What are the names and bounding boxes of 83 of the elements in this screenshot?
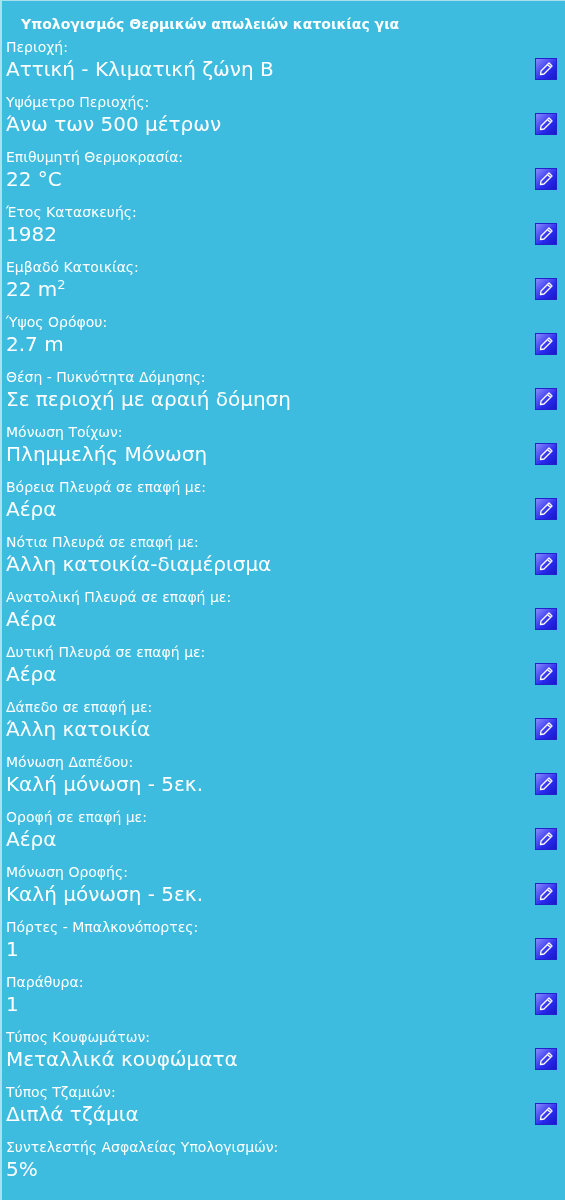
edit-button[interactable] <box>535 608 557 630</box>
field-value: 1982 <box>6 221 58 247</box>
field-value: Πλημμελής Μόνωση <box>6 441 209 467</box>
pencil-icon <box>538 611 554 627</box>
field-label: Μόνωση Οροφής: <box>6 864 129 881</box>
pencil-icon <box>538 171 554 187</box>
field-label: Δυτική Πλευρά σε επαφή με: <box>6 644 207 661</box>
edit-button[interactable] <box>535 113 557 135</box>
panel-title: Υπολογισμός Θερμικών απωλειών κατοικίας για <box>20 15 401 30</box>
pencil-icon <box>538 941 554 957</box>
field-value: Σε περιοχή με αραιή δόμηση <box>6 386 292 412</box>
pencil-icon <box>538 1106 554 1122</box>
field-label: Τύπος Τζαμιών: <box>6 1084 117 1101</box>
field-value: Αττική - Κλιματική ζώνη Β <box>6 56 275 82</box>
field-label: Ύψος Ορόφου: <box>6 314 109 331</box>
edit-button[interactable] <box>535 498 557 520</box>
field-label: Νότια Πλευρά σε επαφή με: <box>6 534 200 551</box>
field-label: Παράθυρα: <box>6 974 85 991</box>
field-label: Έτος Κατασκευής: <box>6 204 138 221</box>
pencil-icon <box>538 831 554 847</box>
field-value: Άνω των 500 μέτρων <box>6 111 223 137</box>
field-label: Περιοχή: <box>6 39 69 56</box>
field-label: Πόρτες - Μπαλκονόπορτες: <box>6 919 200 936</box>
field-value: Αέρα <box>6 496 58 522</box>
edit-button[interactable] <box>535 663 557 685</box>
pencil-icon <box>538 226 554 242</box>
field-value: 1 <box>6 991 20 1017</box>
field-label: Συντελεστής Ασφαλείας Υπολογισμών: <box>6 1139 280 1156</box>
field-value: Καλή μόνωση - 5εκ. <box>6 881 204 907</box>
field-label: Οροφή σε επαφή με: <box>6 809 148 826</box>
pencil-icon <box>538 886 554 902</box>
edit-button[interactable] <box>535 1103 557 1125</box>
pencil-icon <box>538 61 554 77</box>
field-value: 2.7 m <box>6 331 65 357</box>
edit-button[interactable] <box>535 58 557 80</box>
edit-button[interactable] <box>535 553 557 575</box>
edit-button[interactable] <box>535 1048 557 1070</box>
field-label: Ανατολική Πλευρά σε επαφή με: <box>6 589 233 606</box>
pencil-icon <box>538 116 554 132</box>
field-value: 22 °C <box>6 166 63 192</box>
edit-button[interactable] <box>535 883 557 905</box>
pencil-icon <box>538 281 554 297</box>
field-label: Υψόμετρο Περιοχής: <box>6 94 151 111</box>
field-value: Άλλη κατοικία-διαμέρισμα <box>6 551 273 577</box>
edit-button[interactable] <box>535 443 557 465</box>
field-label: Επιθυμητή Θερμοκρασία: <box>6 149 185 166</box>
edit-button[interactable] <box>535 828 557 850</box>
field-value: Άλλη κατοικία <box>6 716 152 742</box>
field-value: Διπλά τζάμια <box>6 1101 140 1127</box>
field-value: Μεταλλικά κουφώματα <box>6 1046 239 1072</box>
field-label: Δάπεδο σε επαφή με: <box>6 699 154 716</box>
pencil-icon <box>538 996 554 1012</box>
edit-button[interactable] <box>535 278 557 300</box>
pencil-icon <box>538 1051 554 1067</box>
edit-button[interactable] <box>535 223 557 245</box>
pencil-icon <box>538 556 554 572</box>
field-label: Μόνωση Τοίχων: <box>6 424 124 441</box>
edit-button[interactable] <box>535 333 557 355</box>
field-label: Τύπος Κουφωμάτων: <box>6 1029 151 1046</box>
pencil-icon <box>538 446 554 462</box>
pencil-icon <box>538 776 554 792</box>
field-value: Αέρα <box>6 661 58 687</box>
field-value: Αέρα <box>6 606 58 632</box>
pencil-icon <box>538 721 554 737</box>
pencil-icon <box>538 336 554 352</box>
edit-button[interactable] <box>535 938 557 960</box>
field-label: Θέση - Πυκνότητα Δόμησης: <box>6 369 207 386</box>
field-value: 5% <box>6 1156 39 1182</box>
field-label: Βόρεια Πλευρά σε επαφή με: <box>6 479 207 496</box>
field-label: Εμβαδό Κατοικίας: <box>6 259 140 276</box>
field-value: Αέρα <box>6 826 58 852</box>
field-label: Μόνωση Δαπέδου: <box>6 754 135 771</box>
edit-button[interactable] <box>535 773 557 795</box>
edit-button[interactable] <box>535 993 557 1015</box>
field-value: 22 m$^{2}$ <box>6 276 67 302</box>
edit-button[interactable] <box>535 168 557 190</box>
field-value: 1 <box>6 936 20 962</box>
pencil-icon <box>538 391 554 407</box>
field-value: Καλή μόνωση - 5εκ. <box>6 771 204 797</box>
edit-button[interactable] <box>535 388 557 410</box>
pencil-icon <box>538 501 554 517</box>
pencil-icon <box>538 666 554 682</box>
edit-button[interactable] <box>535 718 557 740</box>
